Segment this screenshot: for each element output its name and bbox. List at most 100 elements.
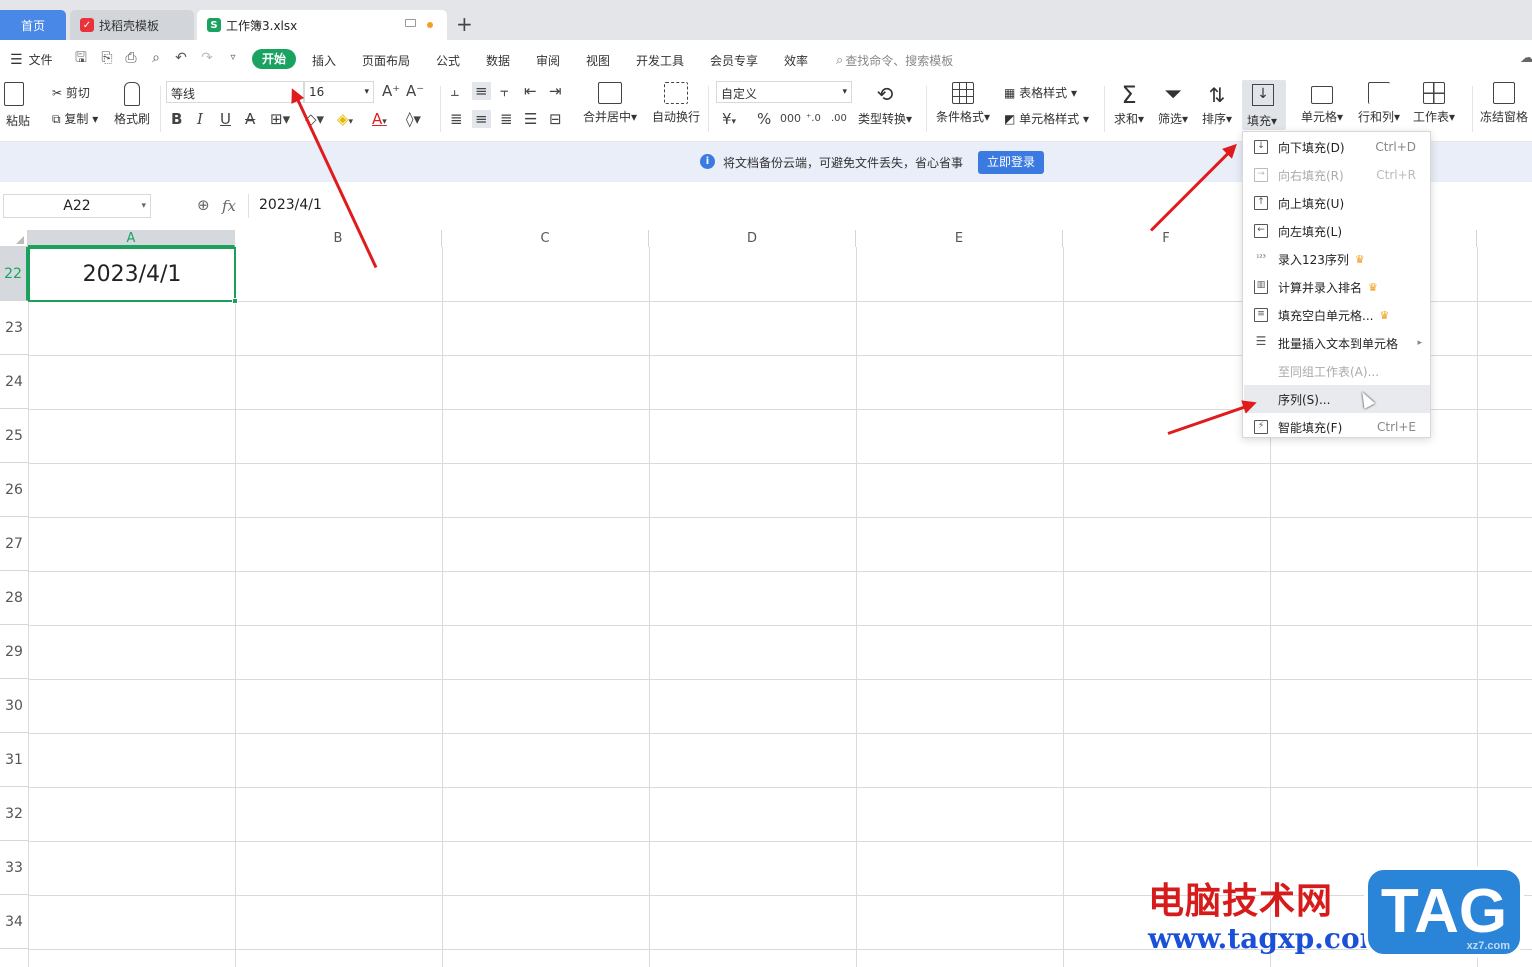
cut-button[interactable]: ✂ 剪切 xyxy=(52,84,90,101)
font-name-select[interactable]: 等线 xyxy=(166,81,304,103)
menu-page-layout[interactable]: 页面布局 xyxy=(362,52,410,69)
cloud-icon[interactable]: ☁ xyxy=(1520,50,1532,66)
table-style-button[interactable]: ▦ 表格样式 ▾ xyxy=(1004,84,1077,101)
row-col-button[interactable]: 行和列▾ xyxy=(1358,82,1400,125)
row-header-26[interactable]: 26 xyxy=(0,463,28,517)
export-icon[interactable]: ⎘ xyxy=(99,50,115,66)
column-header-a[interactable]: A xyxy=(28,230,235,247)
menu-item-sequence-123[interactable]: ¹²³ 录入123序列 ♛ xyxy=(1244,245,1430,273)
select-all-corner[interactable] xyxy=(0,230,28,247)
increase-font-icon[interactable]: A⁺ xyxy=(382,82,400,100)
sheet-button[interactable]: 工作表▾ xyxy=(1413,82,1455,125)
fill-button[interactable]: ↓ 填充▾ xyxy=(1242,80,1286,130)
zoom-icon[interactable]: ⊕ xyxy=(197,196,210,214)
align-middle-icon[interactable]: ≡ xyxy=(472,82,491,100)
save-icon[interactable]: 🖫 xyxy=(73,50,89,66)
menu-efficiency[interactable]: 效率 xyxy=(784,52,808,69)
wrap-text-button[interactable]: 自动换行 xyxy=(652,82,700,125)
row-header-22[interactable]: 22 xyxy=(0,247,28,301)
bold-icon[interactable]: B xyxy=(171,110,182,128)
menu-item-fill-blank[interactable]: ≡ 填充空白单元格... ♛ xyxy=(1244,301,1430,329)
type-convert-button[interactable]: ⟲ 类型转换▾ xyxy=(858,82,912,127)
row-header-24[interactable]: 24 xyxy=(0,355,28,409)
sort-button[interactable]: ⇅ 排序▾ xyxy=(1202,82,1232,127)
command-search[interactable]: ⌕ 查找命令、搜索模板 xyxy=(836,52,953,69)
row-header-27[interactable]: 27 xyxy=(0,517,28,571)
merge-center-button[interactable]: 合并居中▾ xyxy=(583,82,637,125)
row-header-23[interactable]: 23 xyxy=(0,301,28,355)
filter-button[interactable]: ⏷ 筛选▾ xyxy=(1158,82,1188,127)
quick-access-more-icon[interactable]: ▿ xyxy=(225,50,241,66)
row-header-31[interactable]: 31 xyxy=(0,733,28,787)
align-right-icon[interactable]: ≣ xyxy=(500,110,513,128)
menu-data[interactable]: 数据 xyxy=(486,52,510,69)
menu-item-fill-left[interactable]: ← 向左填充(L) xyxy=(1244,217,1430,245)
border-icon[interactable]: ⊞▾ xyxy=(270,110,290,128)
menu-view[interactable]: 视图 xyxy=(586,52,610,69)
strikethrough-icon[interactable]: A xyxy=(245,110,255,128)
underline-icon[interactable]: U xyxy=(220,110,231,128)
sum-button[interactable]: Σ 求和▾ xyxy=(1114,82,1144,127)
column-header-c[interactable]: C xyxy=(442,230,649,247)
indent-increase-icon[interactable]: ⇥ xyxy=(549,82,562,100)
print-preview-icon[interactable]: ⌕ xyxy=(148,50,164,66)
currency-icon[interactable]: ¥▾ xyxy=(722,110,736,131)
menu-item-fill-up[interactable]: ↑ 向上填充(U) xyxy=(1244,189,1430,217)
tab-workbook[interactable]: S 工作簿3.xlsx xyxy=(197,10,447,40)
freeze-panes-button[interactable]: 冻结窗格 xyxy=(1480,82,1528,125)
row-header-29[interactable]: 29 xyxy=(0,625,28,679)
file-menu[interactable]: ☰ 文件 xyxy=(10,51,53,68)
font-color-icon[interactable]: A▾ xyxy=(372,110,387,131)
increase-decimal-icon[interactable]: ⁺.0 xyxy=(806,110,821,128)
menu-formula[interactable]: 公式 xyxy=(436,52,460,69)
paste-button[interactable]: 粘贴 xyxy=(4,82,30,128)
redo-icon[interactable]: ↷ xyxy=(199,50,215,66)
conditional-format-button[interactable]: 条件格式▾ xyxy=(936,82,990,125)
menu-item-fill-down[interactable]: ↓ 向下填充(D) Ctrl+D xyxy=(1244,133,1430,161)
decrease-font-icon[interactable]: A⁻ xyxy=(406,82,424,100)
font-size-select[interactable]: 16 ▾ xyxy=(304,81,374,103)
menu-item-rank[interactable]: ▥ 计算并录入排名 ♛ xyxy=(1244,273,1430,301)
cell-style-button[interactable]: ◩ 单元格样式 ▾ xyxy=(1004,110,1089,127)
fx-icon[interactable]: fx xyxy=(222,197,236,215)
row-header-34[interactable]: 34 xyxy=(0,895,28,949)
fill-color-icon[interactable]: ◈▾ xyxy=(337,110,353,131)
menu-item-smart-fill[interactable]: ⚡ 智能填充(F) Ctrl+E xyxy=(1244,413,1430,441)
thousands-icon[interactable]: 000 xyxy=(780,110,801,128)
menu-member[interactable]: 会员专享 xyxy=(710,52,758,69)
print-icon[interactable]: ⎙ xyxy=(123,50,139,66)
row-header-33[interactable]: 33 xyxy=(0,841,28,895)
tab-home[interactable]: 首页 xyxy=(0,10,66,40)
tab-template[interactable]: ✓ 找稻壳模板 xyxy=(70,10,194,40)
number-format-select[interactable]: 自定义 ▾ xyxy=(716,81,852,103)
login-button[interactable]: 立即登录 xyxy=(978,151,1044,174)
format-painter-button[interactable]: 格式刷 xyxy=(114,82,150,127)
monitor-icon[interactable] xyxy=(405,19,416,27)
cell-a22[interactable]: 2023/4/1 xyxy=(28,247,238,304)
name-box[interactable]: A22 ▾ xyxy=(3,194,151,218)
menu-item-batch-insert[interactable]: ☰ 批量插入文本到单元格 ▸ xyxy=(1244,329,1430,357)
column-header-f[interactable]: F xyxy=(1063,230,1270,247)
column-header-b[interactable]: B xyxy=(235,230,442,247)
align-bottom-icon[interactable]: ⫟ xyxy=(500,82,509,100)
align-left-icon[interactable]: ≣ xyxy=(450,110,463,128)
row-header-25[interactable]: 25 xyxy=(0,409,28,463)
new-tab-button[interactable]: + xyxy=(456,12,473,36)
menu-item-series[interactable]: 序列(S)... xyxy=(1244,385,1430,413)
justify-icon[interactable]: ☰ xyxy=(524,110,537,128)
distribute-icon[interactable]: ⊟ xyxy=(549,110,562,128)
italic-icon[interactable]: I xyxy=(197,110,203,128)
column-header-d[interactable]: D xyxy=(649,230,856,247)
column-header-e[interactable]: E xyxy=(856,230,1063,247)
align-top-icon[interactable]: ⫠ xyxy=(450,82,459,100)
indent-decrease-icon[interactable]: ⇤ xyxy=(524,82,537,100)
menu-insert[interactable]: 插入 xyxy=(312,52,336,69)
row-header-32[interactable]: 32 xyxy=(0,787,28,841)
column-header-h[interactable] xyxy=(1477,230,1532,247)
fill-handle[interactable] xyxy=(232,298,238,304)
clear-format-icon[interactable]: ◊▾ xyxy=(406,110,421,128)
menu-start[interactable]: 开始 xyxy=(252,49,296,69)
align-center-icon[interactable]: ≡ xyxy=(472,110,491,128)
cell-button[interactable]: 单元格▾ xyxy=(1301,82,1343,125)
undo-icon[interactable]: ↶ xyxy=(173,50,189,66)
